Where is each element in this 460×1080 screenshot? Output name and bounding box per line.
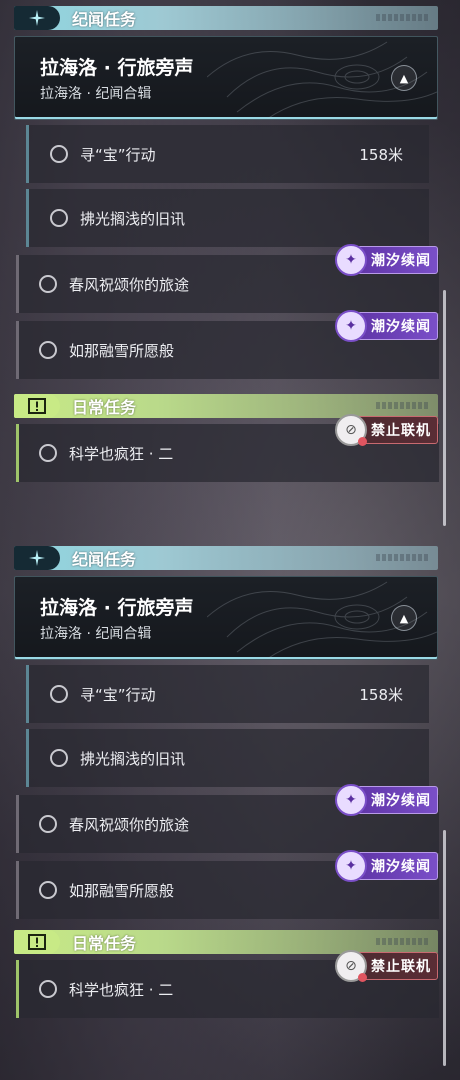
quest-status-circle-icon [39,341,57,359]
quest-status-circle-icon [39,444,57,462]
quest-label: 寻“宝”行动 [80,685,156,704]
section-title: 纪闻任务 [72,10,137,29]
chevron-up-icon[interactable]: ▲ [391,605,417,631]
story-quest-header[interactable]: 纪闻任务 [14,546,438,570]
header-decoration [376,14,430,21]
tidal-event-tag: ✦ 潮汐续闻 [335,310,438,342]
quest-label: 拂光搁浅的旧讯 [80,209,186,228]
section-title: 日常任务 [72,934,137,953]
quest-chain-card[interactable]: 拉海洛 · 行旅旁声 拉海洛 · 纪闻合辑 ▲ [14,36,438,120]
daily-quest-header[interactable]: 日常任务 [14,930,438,954]
header-decoration [376,554,430,561]
quest-label: 寻“宝”行动 [80,145,156,164]
chevron-up-icon[interactable]: ▲ [391,65,417,91]
quest-chain-subtitle: 拉海洛 · 纪闻合辑 [40,86,152,102]
sparkle-icon [14,6,60,30]
sparkle-icon [14,546,60,570]
tidal-event-tag: ✦ 潮汐续闻 [335,850,438,882]
quest-label: 如那融雪所愿般 [69,341,175,360]
quest-label: 春风祝颂你的旅途 [69,275,190,294]
co-op-disabled-tag: ⊘ 禁止联机 [335,950,438,982]
quest-chain-title: 拉海洛 · 行旅旁声 [40,597,194,619]
swirl-icon: ✦ [335,784,367,816]
header-decoration [376,938,430,945]
quest-status-circle-icon [50,749,68,767]
scrollbar[interactable] [443,830,446,1066]
quest-row[interactable]: 拂光搁浅的旧讯 [26,729,429,787]
tag-label: 潮汐续闻 [371,859,431,875]
section-title: 日常任务 [72,398,137,417]
quest-row[interactable]: 寻“宝”行动 158米 [26,665,429,723]
quest-label: 科学也疯狂 · 二 [69,980,174,999]
quest-status-circle-icon [39,881,57,899]
quest-panel: 纪闻任务 拉海洛 · 行旅旁声 拉海洛 · 纪闻合辑 ▲ 寻“宝”行动 158米… [0,0,460,540]
no-multiplayer-icon: ⊘ [335,950,367,982]
swirl-icon: ✦ [335,310,367,342]
quest-label: 春风祝颂你的旅途 [69,815,190,834]
quest-panel: 纪闻任务 拉海洛 · 行旅旁声 拉海洛 · 纪闻合辑 ▲ 寻“宝”行动 158米… [0,540,460,1080]
no-multiplayer-icon: ⊘ [335,414,367,446]
tag-label: 潮汐续闻 [371,253,431,269]
quest-row[interactable]: 寻“宝”行动 158米 [26,125,429,183]
tag-label: 潮汐续闻 [371,319,431,335]
quest-status-circle-icon [39,980,57,998]
tag-label: 禁止联机 [371,423,431,439]
section-title: 纪闻任务 [72,550,137,569]
daily-quest-header[interactable]: 日常任务 [14,394,438,418]
header-decoration [376,402,430,409]
quest-status-circle-icon [50,209,68,227]
tag-label: 潮汐续闻 [371,793,431,809]
exclamation-icon [14,394,60,418]
quest-chain-card[interactable]: 拉海洛 · 行旅旁声 拉海洛 · 纪闻合辑 ▲ [14,576,438,660]
quest-status-circle-icon [50,145,68,163]
exclamation-icon [14,930,60,954]
quest-row[interactable]: 拂光搁浅的旧讯 [26,189,429,247]
quest-label: 拂光搁浅的旧讯 [80,749,186,768]
scrollbar[interactable] [443,290,446,526]
story-quest-header[interactable]: 纪闻任务 [14,6,438,30]
quest-status-circle-icon [39,275,57,293]
swirl-icon: ✦ [335,244,367,276]
tidal-event-tag: ✦ 潮汐续闻 [335,244,438,276]
quest-chain-subtitle: 拉海洛 · 纪闻合辑 [40,626,152,642]
tidal-event-tag: ✦ 潮汐续闻 [335,784,438,816]
quest-status-circle-icon [50,685,68,703]
quest-distance: 158米 [359,145,403,164]
quest-status-circle-icon [39,815,57,833]
quest-distance: 158米 [359,685,403,704]
quest-label: 如那融雪所愿般 [69,881,175,900]
swirl-icon: ✦ [335,850,367,882]
tag-label: 禁止联机 [371,959,431,975]
quest-chain-title: 拉海洛 · 行旅旁声 [40,57,194,79]
quest-label: 科学也疯狂 · 二 [69,444,174,463]
co-op-disabled-tag: ⊘ 禁止联机 [335,414,438,446]
